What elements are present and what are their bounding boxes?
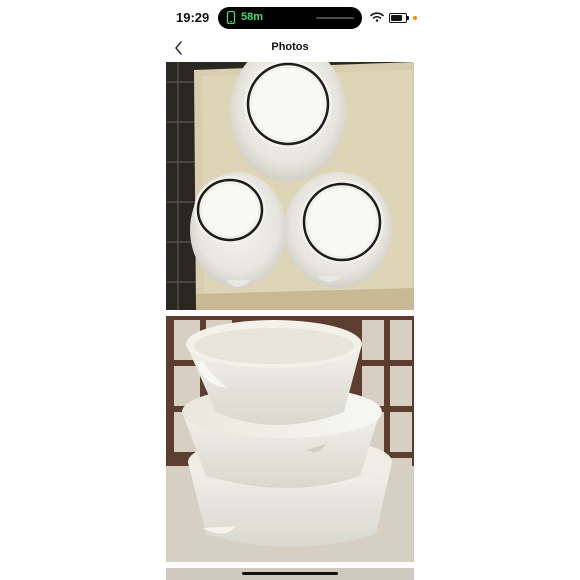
- home-indicator[interactable]: [242, 572, 338, 575]
- page-title: Photos: [271, 41, 309, 53]
- status-bar: 19:29 58m: [0, 0, 580, 36]
- call-indicator-bar: [316, 17, 354, 19]
- photo-stacked-bowls[interactable]: [166, 316, 414, 562]
- photo-bowls-bottoms[interactable]: [166, 62, 414, 310]
- call-duration: 58m: [241, 11, 264, 23]
- privacy-indicator-dot: [413, 16, 417, 20]
- wifi-icon: [370, 12, 384, 22]
- navigation-bar: Photos: [0, 36, 580, 60]
- phone-icon: [226, 11, 236, 24]
- photo-image: [166, 316, 414, 562]
- photo-image: [166, 62, 414, 310]
- status-time: 19:29: [176, 10, 210, 25]
- battery-icon: [389, 13, 409, 23]
- dynamic-island-call[interactable]: 58m: [218, 7, 362, 29]
